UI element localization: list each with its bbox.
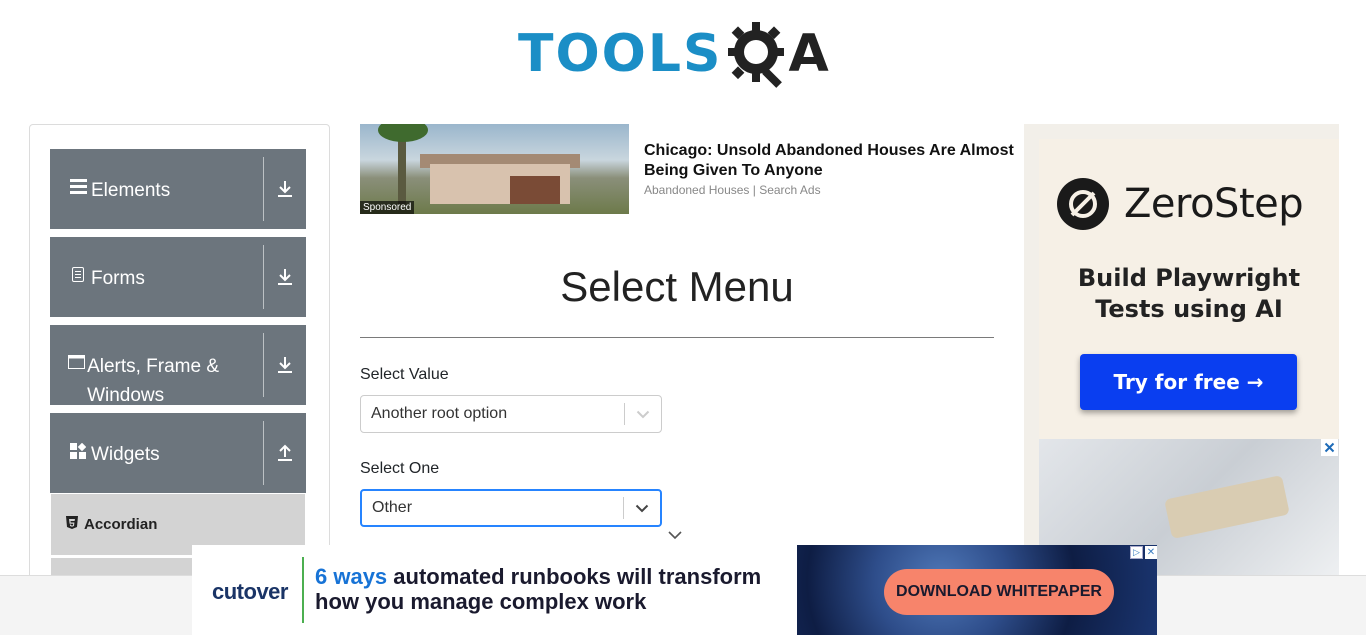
window-icon xyxy=(67,355,85,369)
group-header[interactable]: Forms xyxy=(50,245,264,309)
group-label: Elements xyxy=(91,180,171,201)
html5-icon xyxy=(66,515,78,534)
zerostep-ad[interactable]: ZeroStep Build Playwright Tests using AI… xyxy=(1039,139,1339,439)
sidebar-group-widgets[interactable]: Widgets xyxy=(50,413,306,493)
chevron-down-icon[interactable] xyxy=(625,410,661,419)
group-header[interactable]: Elements xyxy=(50,157,264,221)
close-ad-icon[interactable] xyxy=(1321,439,1338,456)
gear-magnifier-icon xyxy=(726,18,792,90)
right-sidebar-ad[interactable]: ZeroStep Build Playwright Tests using AI… xyxy=(1024,124,1339,576)
download-arrow-icon xyxy=(278,357,292,373)
download-whitepaper-button[interactable]: DOWNLOAD WHITEPAPER xyxy=(884,569,1114,615)
money-hand xyxy=(1164,474,1290,540)
download-arrow-icon xyxy=(278,269,292,285)
widgets-icon xyxy=(67,443,89,459)
group-header[interactable]: Widgets xyxy=(50,421,264,485)
group-header[interactable]: Alerts, Frame & Windows xyxy=(50,333,264,406)
select-value-current: Another root option xyxy=(371,405,508,422)
sidebar-group-elements[interactable]: Elements xyxy=(50,149,306,229)
banner-divider xyxy=(302,557,304,623)
document-icon xyxy=(67,267,89,282)
select-value-dropdown[interactable]: Another root option xyxy=(360,395,662,433)
tagline-line: Tests using AI xyxy=(1095,295,1283,323)
select-one-current: Other xyxy=(372,499,413,516)
expand-toggle[interactable] xyxy=(264,149,306,229)
select-one-dropdown[interactable]: Other xyxy=(360,489,662,527)
zerostep-name: ZeroStep xyxy=(1124,181,1304,227)
title-divider xyxy=(360,337,994,338)
zerostep-logo-icon xyxy=(1057,178,1109,230)
page-title: Select Menu xyxy=(560,263,794,310)
page: TOOLS A Elements Forms Alerts, Frame & W… xyxy=(0,0,1366,635)
zerostep-brand: ZeroStep xyxy=(1056,177,1304,231)
banner-accent: 6 ways xyxy=(315,564,388,589)
sponsored-ad-image[interactable]: Sponsored xyxy=(360,124,629,214)
toolsqa-logo[interactable]: TOOLS A xyxy=(518,16,840,92)
adchoices-icon[interactable]: ▷ xyxy=(1130,546,1143,559)
expand-toggle[interactable] xyxy=(264,325,306,405)
group-label: Alerts, Frame & Windows xyxy=(87,356,220,406)
group-label: Widgets xyxy=(91,444,160,465)
download-arrow-icon xyxy=(278,181,292,197)
sponsored-ad-headline[interactable]: Chicago: Unsold Abandoned Houses Are Alm… xyxy=(644,141,1034,183)
bottom-banner-ad[interactable]: cutover 6 ways automated runbooks will t… xyxy=(192,545,1157,635)
chevron-down-icon[interactable] xyxy=(624,504,660,513)
zerostep-tagline: Build Playwright Tests using AI xyxy=(1039,263,1339,325)
group-label: Forms xyxy=(91,268,145,289)
sponsored-badge: Sponsored xyxy=(360,201,415,214)
sidebar-item-label: Accordian xyxy=(84,516,158,533)
sidebar-group-forms[interactable]: Forms xyxy=(50,237,306,317)
banner-message: 6 ways automated runbooks will transform… xyxy=(315,564,795,614)
try-for-free-button[interactable]: Try for free → xyxy=(1080,354,1297,410)
menu-icon xyxy=(67,179,89,194)
collapse-toggle[interactable] xyxy=(264,413,306,493)
select-one-label: Select One xyxy=(360,460,440,477)
cutover-logo: cutover xyxy=(212,579,288,604)
logo-suffix: A xyxy=(788,24,829,84)
select-value-label: Select Value xyxy=(360,366,449,383)
chevron-down-icon[interactable] xyxy=(667,527,683,545)
logo-text: TOOLS xyxy=(518,24,723,84)
garage-door xyxy=(510,176,560,204)
upload-arrow-icon xyxy=(278,444,292,461)
expand-toggle[interactable] xyxy=(264,237,306,317)
sponsored-ad-source[interactable]: Abandoned Houses | Search Ads xyxy=(644,183,821,197)
close-icon[interactable]: ✕ xyxy=(1145,546,1157,559)
tagline-line: Build Playwright xyxy=(1077,264,1301,292)
left-panel-sidebar: Elements Forms Alerts, Frame & Windows W… xyxy=(29,124,330,594)
sidebar-group-alerts-frame-windows[interactable]: Alerts, Frame & Windows xyxy=(50,325,306,406)
palm-leaves xyxy=(378,124,428,142)
